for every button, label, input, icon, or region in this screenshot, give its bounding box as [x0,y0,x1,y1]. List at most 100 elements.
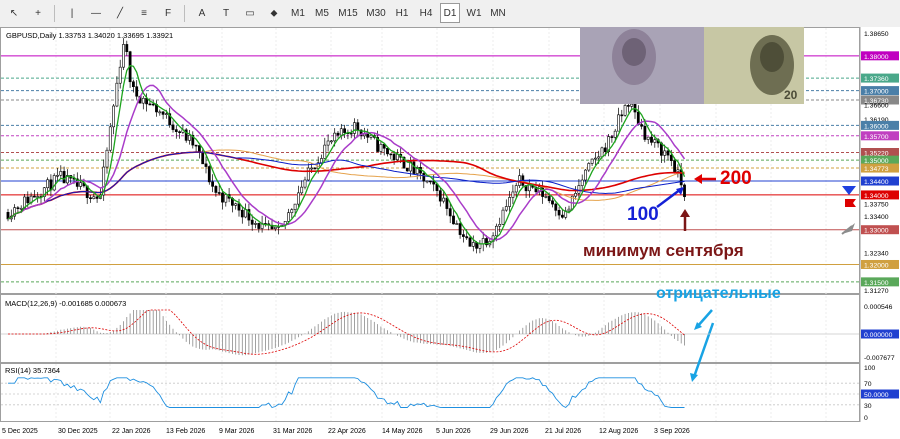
candle-body [554,203,558,211]
candle-body [527,184,531,192]
candle-body [287,212,290,222]
timeframe-m1[interactable]: M1 [288,3,308,23]
timeframe-m15[interactable]: M15 [336,3,360,23]
timeframe-w1[interactable]: W1 [464,3,484,23]
rsi-axis-label: 100 [864,365,876,372]
candle-body [669,154,673,161]
candle-body [593,157,597,160]
vertical-line-tool[interactable]: | [62,3,82,23]
candle-body [445,197,449,209]
rsi-axis-label: 0 [864,415,868,422]
chart-window[interactable]: 1.386501.380001.373601.370001.367301.366… [0,27,900,439]
candle-body [580,179,584,186]
candle-body [188,134,191,141]
candle-body [511,191,515,198]
text-tool[interactable]: A [192,3,212,23]
candle-body [306,167,310,181]
candle-body [590,158,594,164]
candle-body [254,223,257,225]
candle-body [458,223,462,235]
price-axis-label: 1.31270 [864,288,889,295]
candle-body [79,182,83,187]
timeframe-d1[interactable]: D1 [440,3,460,23]
candle-body [151,103,155,106]
equidistant-channel-tool[interactable]: ≡ [134,3,154,23]
candle-body [630,103,634,107]
timeframe-m5[interactable]: M5 [312,3,332,23]
candle-body [438,190,442,202]
rsi-axis-label: 70 [864,381,872,388]
candle-body [313,167,317,170]
price-axis-label: 1.33400 [864,214,889,221]
candle-body [663,150,667,156]
macd-header: MACD(12,26,9) -0.001685 0.000673 [5,299,126,308]
horizontal-line-tool[interactable]: — [86,3,106,23]
candle-body [148,103,152,106]
price-axis-label: 1.37360 [864,76,889,83]
time-axis-label: 12 Aug 2026 [599,428,638,435]
candle-body [386,147,389,155]
timeframe-m30[interactable]: M30 [364,3,388,23]
price-axis-label: 1.31500 [864,280,889,287]
arrows-tool[interactable]: ▭ [240,3,260,23]
candle-body [683,184,686,198]
trendline-tool[interactable]: ╱ [110,3,130,23]
price-axis-label: 1.35700 [864,134,889,141]
candle-body [132,81,135,88]
candle-body [366,133,370,138]
price-axis-label: 1.37000 [864,89,889,96]
candle-body [257,223,261,229]
candle-body [428,180,432,183]
candle-body [676,169,680,172]
candle-body [422,172,426,182]
time-axis-label: 13 Feb 2026 [166,428,205,435]
time-axis-label: 9 Mar 2026 [219,428,255,435]
time-axis-label: 22 Apr 2026 [328,428,366,435]
candle-body [551,200,554,205]
candle-body [115,82,119,107]
time-axis-label: 5 Dec 2025 [2,428,38,435]
candle-body [610,136,614,138]
candle-body [217,192,221,194]
annotation-100: 100 [627,204,659,225]
rsi-header: RSI(14) 35.7364 [5,366,60,375]
text-label-tool[interactable]: T [216,3,236,23]
candle-body [468,237,472,247]
candle-body [455,223,459,225]
macd-axis-label: -0.007677 [864,355,895,362]
candle-body [514,185,518,193]
candle-body [481,238,485,245]
price-axis-label: 1.36600 [864,103,889,110]
price-axis-label: 1.32000 [864,262,889,269]
candle-body [178,131,182,133]
candle-body [673,160,677,172]
candle-body [584,169,587,181]
annotation-negative: отрицательные [656,285,781,302]
candle-body [544,196,548,198]
rsi-panel[interactable] [0,363,860,422]
candle-body [326,140,330,146]
candle-body [620,114,624,117]
candle-body [46,179,50,189]
price-axis-label: 1.32340 [864,251,889,258]
fibonacci-tool[interactable]: F [158,3,178,23]
candle-body [141,97,145,104]
shapes-tool[interactable]: ⬥ [264,3,284,23]
rsi-axis-label: 30 [864,403,872,410]
candle-body [508,197,512,207]
timeframe-h1[interactable]: H1 [392,3,412,23]
cursor-tool[interactable]: ↖ [4,3,24,23]
candle-body [392,153,396,161]
candle-body [26,196,30,204]
timeframe-h4[interactable]: H4 [416,3,436,23]
candle-body [296,192,300,205]
candle-body [369,135,373,138]
candle-body [32,195,36,198]
timeframe-mn[interactable]: MN [488,3,508,23]
macd-panel[interactable] [0,294,860,363]
candle-body [412,161,416,174]
crosshair-tool[interactable]: + [28,3,48,23]
candle-body [214,186,218,193]
candle-body [323,144,327,159]
candle-body [95,196,99,199]
